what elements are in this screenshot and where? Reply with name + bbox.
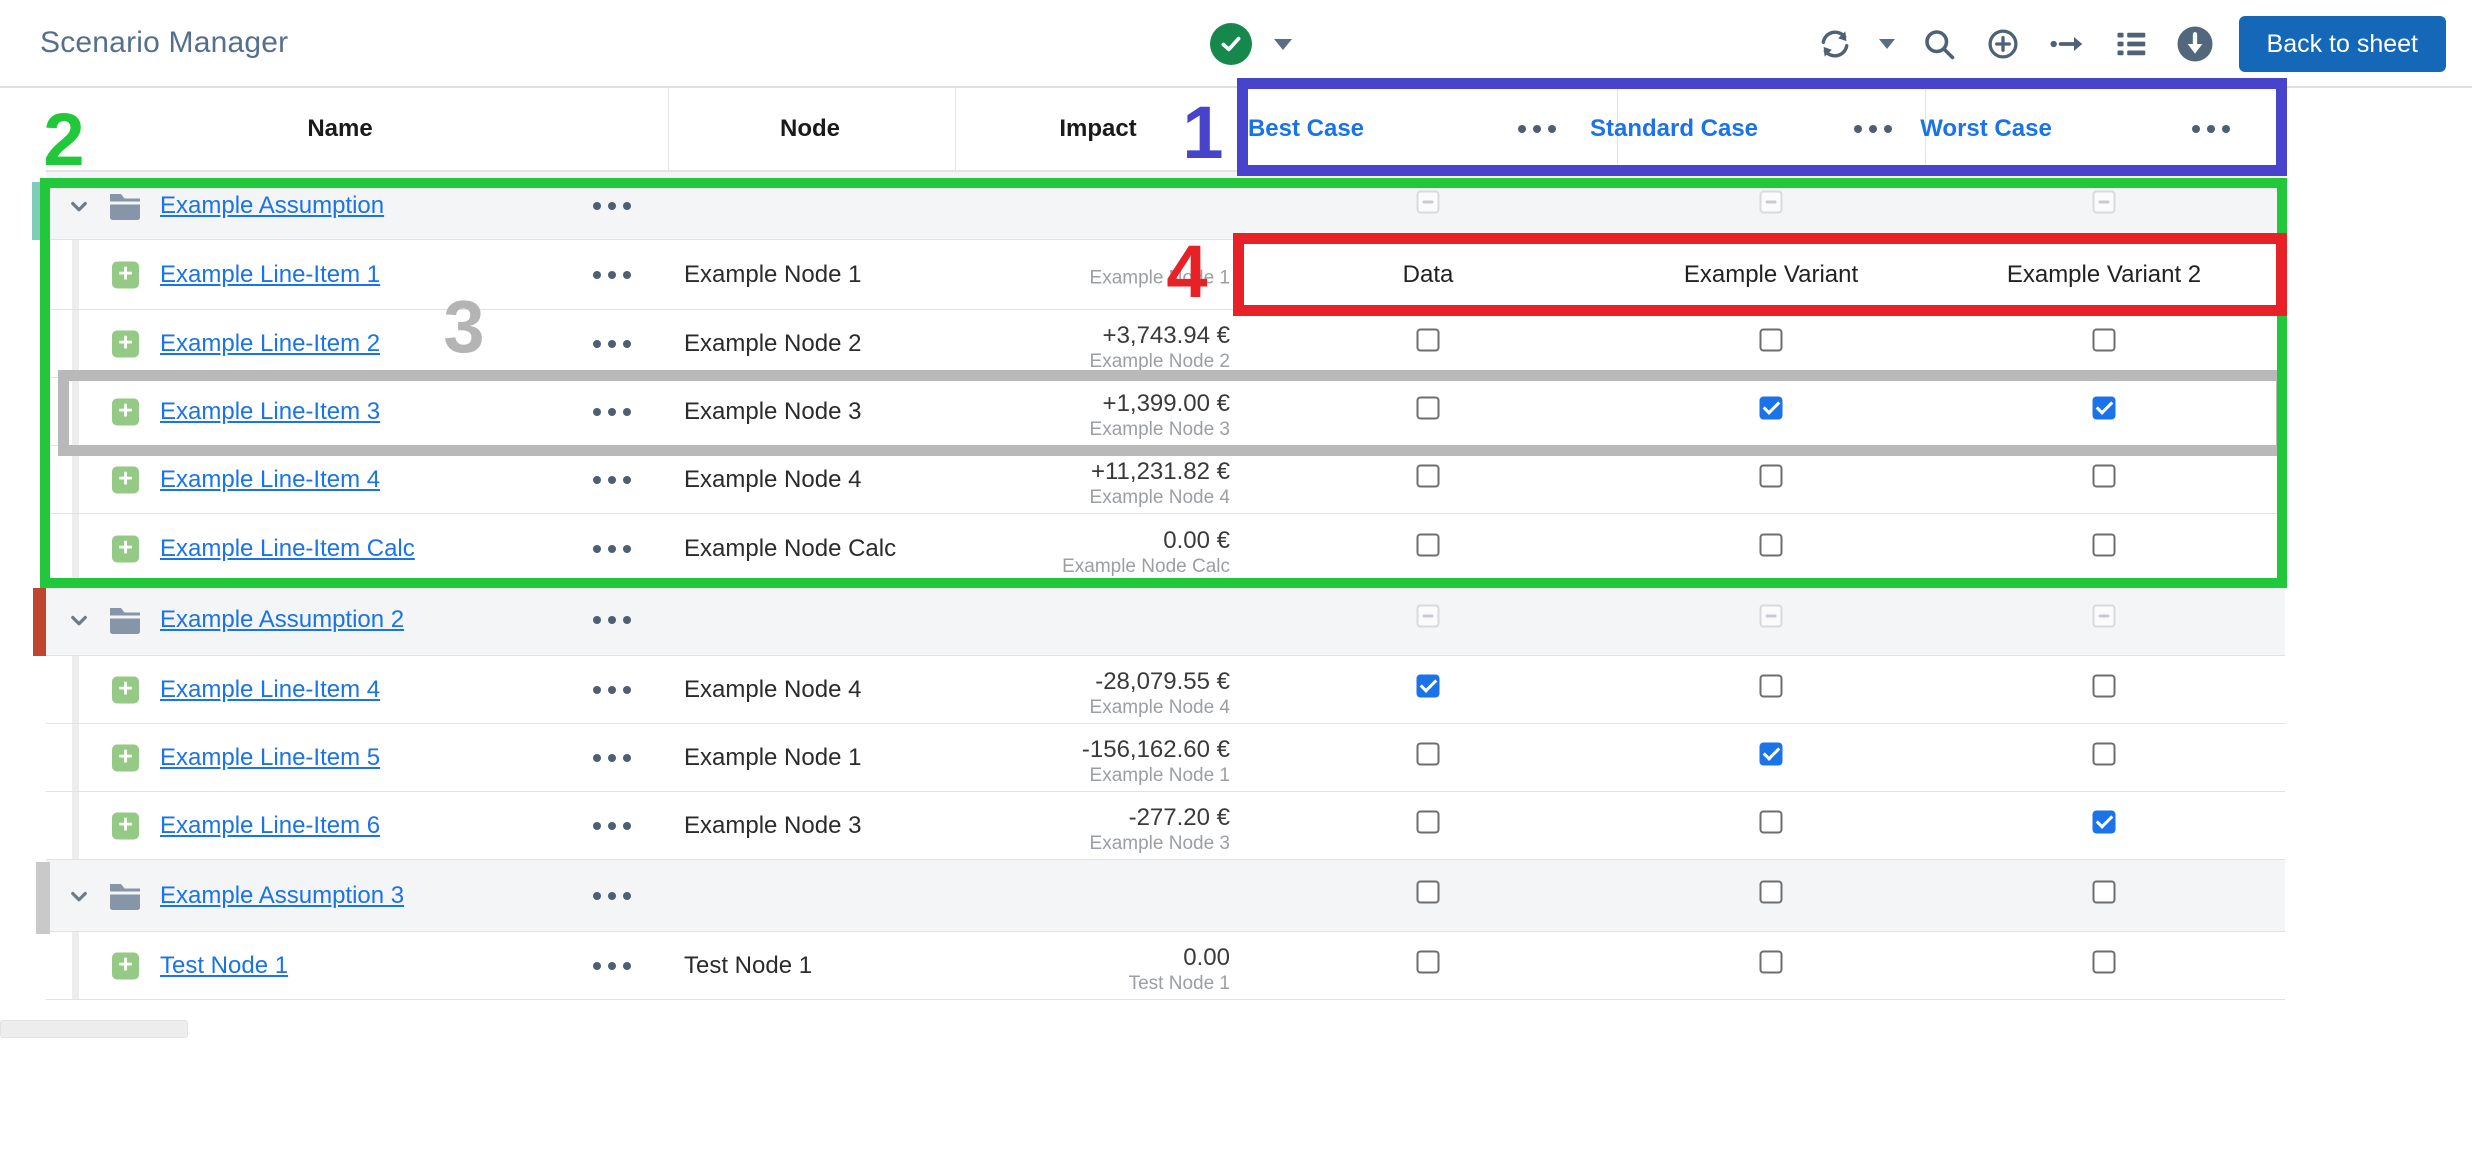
status-caret-icon[interactable] [1274,39,1292,50]
scenario-checkbox-unchecked[interactable] [1417,810,1440,833]
header-column-divider [955,88,956,172]
scenario-checkbox-unchecked[interactable] [1417,950,1440,973]
header-column-divider [668,88,669,172]
selection-bar-gray [36,862,50,934]
folder-icon [108,606,142,634]
folder-icon [108,882,142,910]
impact-node-subtitle: Example Node 1 [876,764,1230,787]
row-name-link[interactable]: Example Line-Item 6 [160,812,380,840]
line-item-row: +Example Line-Item 6Example Node 3-277.2… [46,792,2285,860]
page-title: Scenario Manager [40,26,288,60]
jump-to-icon[interactable] [2047,24,2087,64]
impact-cell: 0.00Test Node 1 [876,943,1230,995]
scenario-checkbox-unchecked[interactable] [2093,950,2116,973]
scenario-checkbox-unchecked[interactable] [1760,674,1783,697]
row-more-menu-icon[interactable] [593,754,631,762]
status-check-icon[interactable] [1210,23,1252,65]
impact-node-subtitle: Test Node 1 [876,972,1230,995]
annotation-number-3: 3 [443,290,484,364]
annotation-box-red [1233,233,2287,316]
zoom-in-icon[interactable] [1983,24,2023,64]
scenario-checkbox-unchecked[interactable] [1760,810,1783,833]
line-item-row: +Test Node 1Test Node 10.00Test Node 1 [46,932,2285,1000]
refresh-icon[interactable] [1815,24,1855,64]
impact-value: -277.20 € [876,803,1230,832]
scenario-checkbox-unchecked[interactable] [2093,674,2116,697]
scenario-checkbox-indeterminate [1417,604,1440,627]
add-plus-icon[interactable]: + [112,812,139,839]
row-more-menu-icon[interactable] [593,892,631,900]
assumption-row: Example Assumption 3 [46,860,2285,932]
scenario-checkbox-unchecked[interactable] [2093,742,2116,765]
row-more-menu-icon[interactable] [593,616,631,624]
node-cell: Example Node 4 [684,676,861,704]
scenario-checkbox-unchecked[interactable] [1760,880,1783,903]
add-plus-icon[interactable]: + [112,676,139,703]
row-name-link[interactable]: Example Assumption 3 [160,882,404,910]
scenario-checkbox-unchecked[interactable] [1417,880,1440,903]
node-cell: Example Node 1 [684,744,861,772]
search-icon[interactable] [1919,24,1959,64]
scenario-checkbox-unchecked[interactable] [1760,950,1783,973]
row-more-menu-icon[interactable] [593,962,631,970]
scenario-checkbox-checked[interactable] [1760,742,1783,765]
impact-value: 0.00 [876,943,1230,972]
add-plus-icon[interactable]: + [112,744,139,771]
chevron-down-icon[interactable] [64,881,94,911]
impact-cell: -156,162.60 €Example Node 1 [876,735,1230,787]
back-to-sheet-button[interactable]: Back to sheet [2239,16,2446,72]
row-list-icon[interactable] [2111,24,2151,64]
scenario-manager-page: Scenario Manager [0,0,2472,1152]
row-name-link[interactable]: Test Node 1 [160,952,288,980]
impact-value: -28,079.55 € [876,667,1230,696]
impact-value: -156,162.60 € [876,735,1230,764]
chevron-down-icon[interactable] [64,605,94,635]
row-name-link[interactable]: Example Line-Item 4 [160,676,380,704]
row-more-menu-icon[interactable] [593,822,631,830]
annotation-number-2: 2 [43,103,84,177]
annotation-box-blue [1237,78,2287,176]
column-header-name[interactable]: Name [307,115,372,143]
node-cell: Example Node 3 [684,812,861,840]
impact-cell: -28,079.55 €Example Node 4 [876,667,1230,719]
annotation-number-1: 1 [1182,96,1223,170]
app-bar: Scenario Manager [0,0,2472,88]
status-dropdown[interactable] [1210,0,1292,88]
column-header-impact[interactable]: Impact [1059,115,1136,143]
node-cell: Test Node 1 [684,952,812,980]
column-header-node[interactable]: Node [780,115,840,143]
assumption-row: Example Assumption 2 [46,584,2285,656]
toolbar-actions: Back to sheet [1815,0,2446,88]
refresh-caret-icon[interactable] [1879,39,1895,49]
impact-node-subtitle: Example Node 4 [876,696,1230,719]
scenario-checkbox-unchecked[interactable] [1417,742,1440,765]
impact-cell: -277.20 €Example Node 3 [876,803,1230,855]
row-name-link[interactable]: Example Line-Item 5 [160,744,380,772]
line-item-row: +Example Line-Item 5Example Node 1-156,1… [46,724,2285,792]
row-more-menu-icon[interactable] [593,686,631,694]
scenario-checkbox-checked[interactable] [1417,674,1440,697]
annotation-number-4: 4 [1166,235,1207,309]
row-name-link[interactable]: Example Assumption 2 [160,606,404,634]
impact-node-subtitle: Example Node 3 [876,832,1230,855]
horizontal-scrollbar-thumb[interactable] [0,1020,188,1038]
download-icon[interactable] [2175,24,2215,64]
scenario-checkbox-indeterminate [2093,604,2116,627]
scenario-checkbox-indeterminate [1760,604,1783,627]
line-item-row: +Example Line-Item 4Example Node 4-28,07… [46,656,2285,724]
scenario-checkbox-checked[interactable] [2093,810,2116,833]
scenario-checkbox-unchecked[interactable] [2093,880,2116,903]
selection-bar-red [33,588,46,656]
add-plus-icon[interactable]: + [112,952,139,979]
